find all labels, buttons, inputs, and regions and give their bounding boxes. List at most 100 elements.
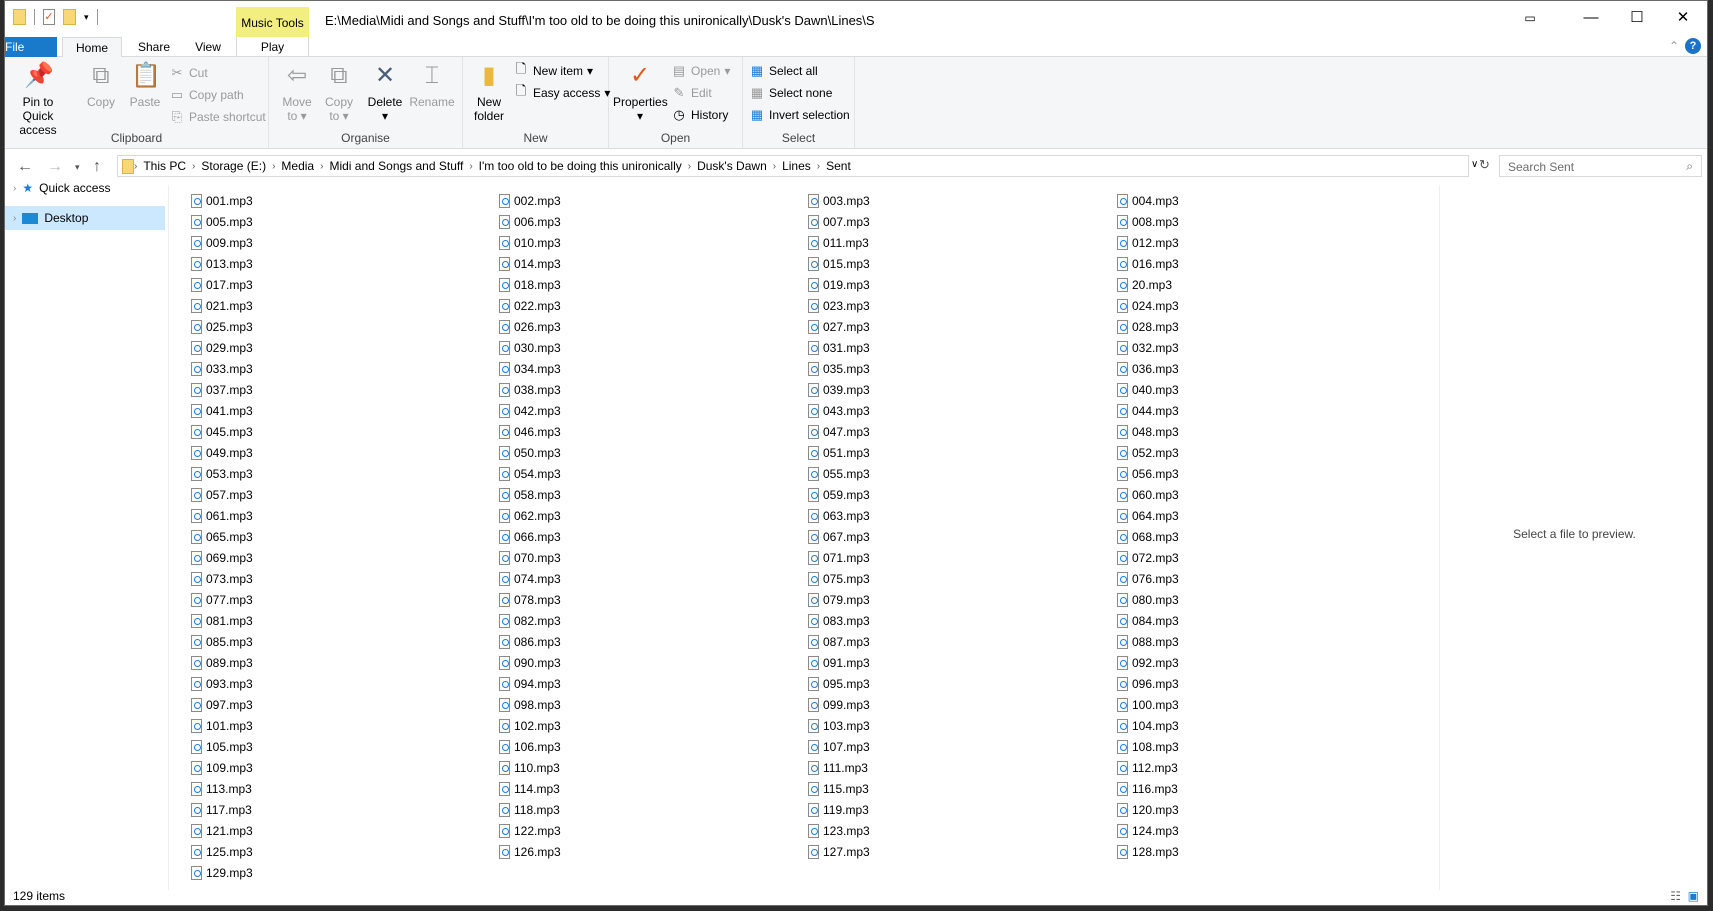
file-item[interactable]: 071.mp3 <box>808 548 870 568</box>
file-item[interactable]: 032.mp3 <box>1117 338 1179 358</box>
file-item[interactable]: 051.mp3 <box>808 443 870 463</box>
file-item[interactable]: 045.mp3 <box>191 422 253 442</box>
file-item[interactable]: 105.mp3 <box>191 737 253 757</box>
file-item[interactable]: 061.mp3 <box>191 506 253 526</box>
tab-play[interactable]: Play <box>236 37 309 58</box>
file-item[interactable]: 064.mp3 <box>1117 506 1179 526</box>
select-all-button[interactable]: ▦ Select all <box>749 61 818 81</box>
file-item[interactable]: 129.mp3 <box>191 863 253 883</box>
file-item[interactable]: 015.mp3 <box>808 254 870 274</box>
file-item[interactable]: 080.mp3 <box>1117 590 1179 610</box>
file-item[interactable]: 044.mp3 <box>1117 401 1179 421</box>
copy-to-button[interactable]: ⧉ Copy to ▾ <box>319 61 359 123</box>
file-item[interactable]: 075.mp3 <box>808 569 870 589</box>
file-item[interactable]: 072.mp3 <box>1117 548 1179 568</box>
invert-selection-button[interactable]: ▦ Invert selection <box>749 105 850 125</box>
open-button[interactable]: ▤ Open ▾ <box>671 61 731 81</box>
file-item[interactable]: 099.mp3 <box>808 695 870 715</box>
file-item[interactable]: 117.mp3 <box>191 800 252 820</box>
file-item[interactable]: 068.mp3 <box>1117 527 1179 547</box>
file-item[interactable]: 054.mp3 <box>499 464 561 484</box>
file-item[interactable]: 113.mp3 <box>191 779 252 799</box>
file-item[interactable]: 065.mp3 <box>191 527 253 547</box>
file-item[interactable]: 098.mp3 <box>499 695 561 715</box>
file-item[interactable]: 102.mp3 <box>499 716 561 736</box>
file-item[interactable]: 110.mp3 <box>499 758 560 778</box>
file-item[interactable]: 003.mp3 <box>808 191 870 211</box>
file-item[interactable]: 082.mp3 <box>499 611 561 631</box>
forward-button[interactable]: → <box>47 158 63 176</box>
copy-button[interactable]: ⧉ Copy <box>83 61 119 109</box>
file-item[interactable]: 012.mp3 <box>1117 233 1179 253</box>
file-item[interactable]: 046.mp3 <box>499 422 561 442</box>
file-item[interactable]: 087.mp3 <box>808 632 870 652</box>
customize-toolbar-icon[interactable]: ▾ <box>84 12 89 23</box>
file-item[interactable]: 104.mp3 <box>1117 716 1179 736</box>
file-item[interactable]: 028.mp3 <box>1117 317 1179 337</box>
file-item[interactable]: 035.mp3 <box>808 359 870 379</box>
file-item[interactable]: 103.mp3 <box>808 716 870 736</box>
edit-button[interactable]: ✎ Edit <box>671 83 712 103</box>
file-item[interactable]: 079.mp3 <box>808 590 870 610</box>
file-item[interactable]: 073.mp3 <box>191 569 253 589</box>
collapse-ribbon-icon[interactable]: ⌃ <box>1669 39 1679 53</box>
file-item[interactable]: 097.mp3 <box>191 695 253 715</box>
refresh-button[interactable]: ↻ <box>1479 157 1490 173</box>
breadcrumb-item[interactable]: I'm too old to be doing this unironicall… <box>473 159 688 173</box>
up-button[interactable]: ↑ <box>93 158 101 176</box>
file-item[interactable]: 041.mp3 <box>191 401 253 421</box>
paste-button[interactable]: 📋 Paste <box>125 61 165 109</box>
file-item[interactable]: 122.mp3 <box>499 821 561 841</box>
details-view-button[interactable]: ☷ <box>1670 888 1681 904</box>
file-item[interactable]: 114.mp3 <box>499 779 560 799</box>
file-item[interactable]: 030.mp3 <box>499 338 561 358</box>
file-item[interactable]: 125.mp3 <box>191 842 253 862</box>
file-item[interactable]: 118.mp3 <box>499 800 560 820</box>
file-item[interactable]: 033.mp3 <box>191 359 253 379</box>
file-item[interactable]: 010.mp3 <box>499 233 561 253</box>
breadcrumb-item[interactable]: Dusk's Dawn <box>691 159 773 173</box>
file-item[interactable]: 20.mp3 <box>1117 275 1172 295</box>
breadcrumb-item[interactable]: Sent <box>820 159 857 173</box>
breadcrumb-item[interactable]: Media <box>275 159 320 173</box>
file-item[interactable]: 016.mp3 <box>1117 254 1179 274</box>
file-item[interactable]: 025.mp3 <box>191 317 253 337</box>
file-item[interactable]: 022.mp3 <box>499 296 561 316</box>
file-item[interactable]: 059.mp3 <box>808 485 870 505</box>
file-item[interactable]: 062.mp3 <box>499 506 561 526</box>
file-item[interactable]: 086.mp3 <box>499 632 561 652</box>
file-item[interactable]: 055.mp3 <box>808 464 870 484</box>
file-item[interactable]: 004.mp3 <box>1117 191 1179 211</box>
easy-access-button[interactable]: 🗋 Easy access ▾ <box>513 83 611 103</box>
address-bar[interactable]: › This PC › Storage (E:) › Media › Midi and Son… <box>117 155 1469 177</box>
file-item[interactable]: 027.mp3 <box>808 317 870 337</box>
file-item[interactable]: 053.mp3 <box>191 464 253 484</box>
file-item[interactable]: 084.mp3 <box>1117 611 1179 631</box>
file-item[interactable]: 100.mp3 <box>1117 695 1179 715</box>
file-item[interactable]: 009.mp3 <box>191 233 253 253</box>
search-input[interactable]: Search Sent ⌕ <box>1499 155 1702 177</box>
rename-button[interactable]: ⌶ Rename <box>409 61 455 109</box>
file-item[interactable]: 036.mp3 <box>1117 359 1179 379</box>
large-icons-view-button[interactable]: ▣ <box>1688 888 1699 904</box>
file-item[interactable]: 107.mp3 <box>808 737 870 757</box>
tablet-mode-icon[interactable]: ▭ <box>1507 1 1553 37</box>
file-item[interactable]: 056.mp3 <box>1117 464 1179 484</box>
file-item[interactable]: 076.mp3 <box>1117 569 1179 589</box>
file-item[interactable]: 034.mp3 <box>499 359 561 379</box>
file-item[interactable]: 063.mp3 <box>808 506 870 526</box>
tab-home[interactable]: Home <box>62 37 122 58</box>
file-item[interactable]: 057.mp3 <box>191 485 253 505</box>
file-item[interactable]: 077.mp3 <box>191 590 253 610</box>
minimize-button[interactable]: — <box>1568 1 1614 37</box>
file-item[interactable]: 021.mp3 <box>191 296 253 316</box>
tab-view[interactable]: View <box>183 37 233 58</box>
file-item[interactable]: 019.mp3 <box>808 275 870 295</box>
properties-button[interactable]: ✓ Properties ▾ <box>613 61 668 123</box>
file-item[interactable]: 031.mp3 <box>808 338 870 358</box>
history-button[interactable]: ◷ History <box>671 105 728 125</box>
new-folder-icon[interactable] <box>63 9 76 25</box>
file-item[interactable]: 115.mp3 <box>808 779 869 799</box>
file-item[interactable]: 124.mp3 <box>1117 821 1179 841</box>
file-item[interactable]: 123.mp3 <box>808 821 870 841</box>
